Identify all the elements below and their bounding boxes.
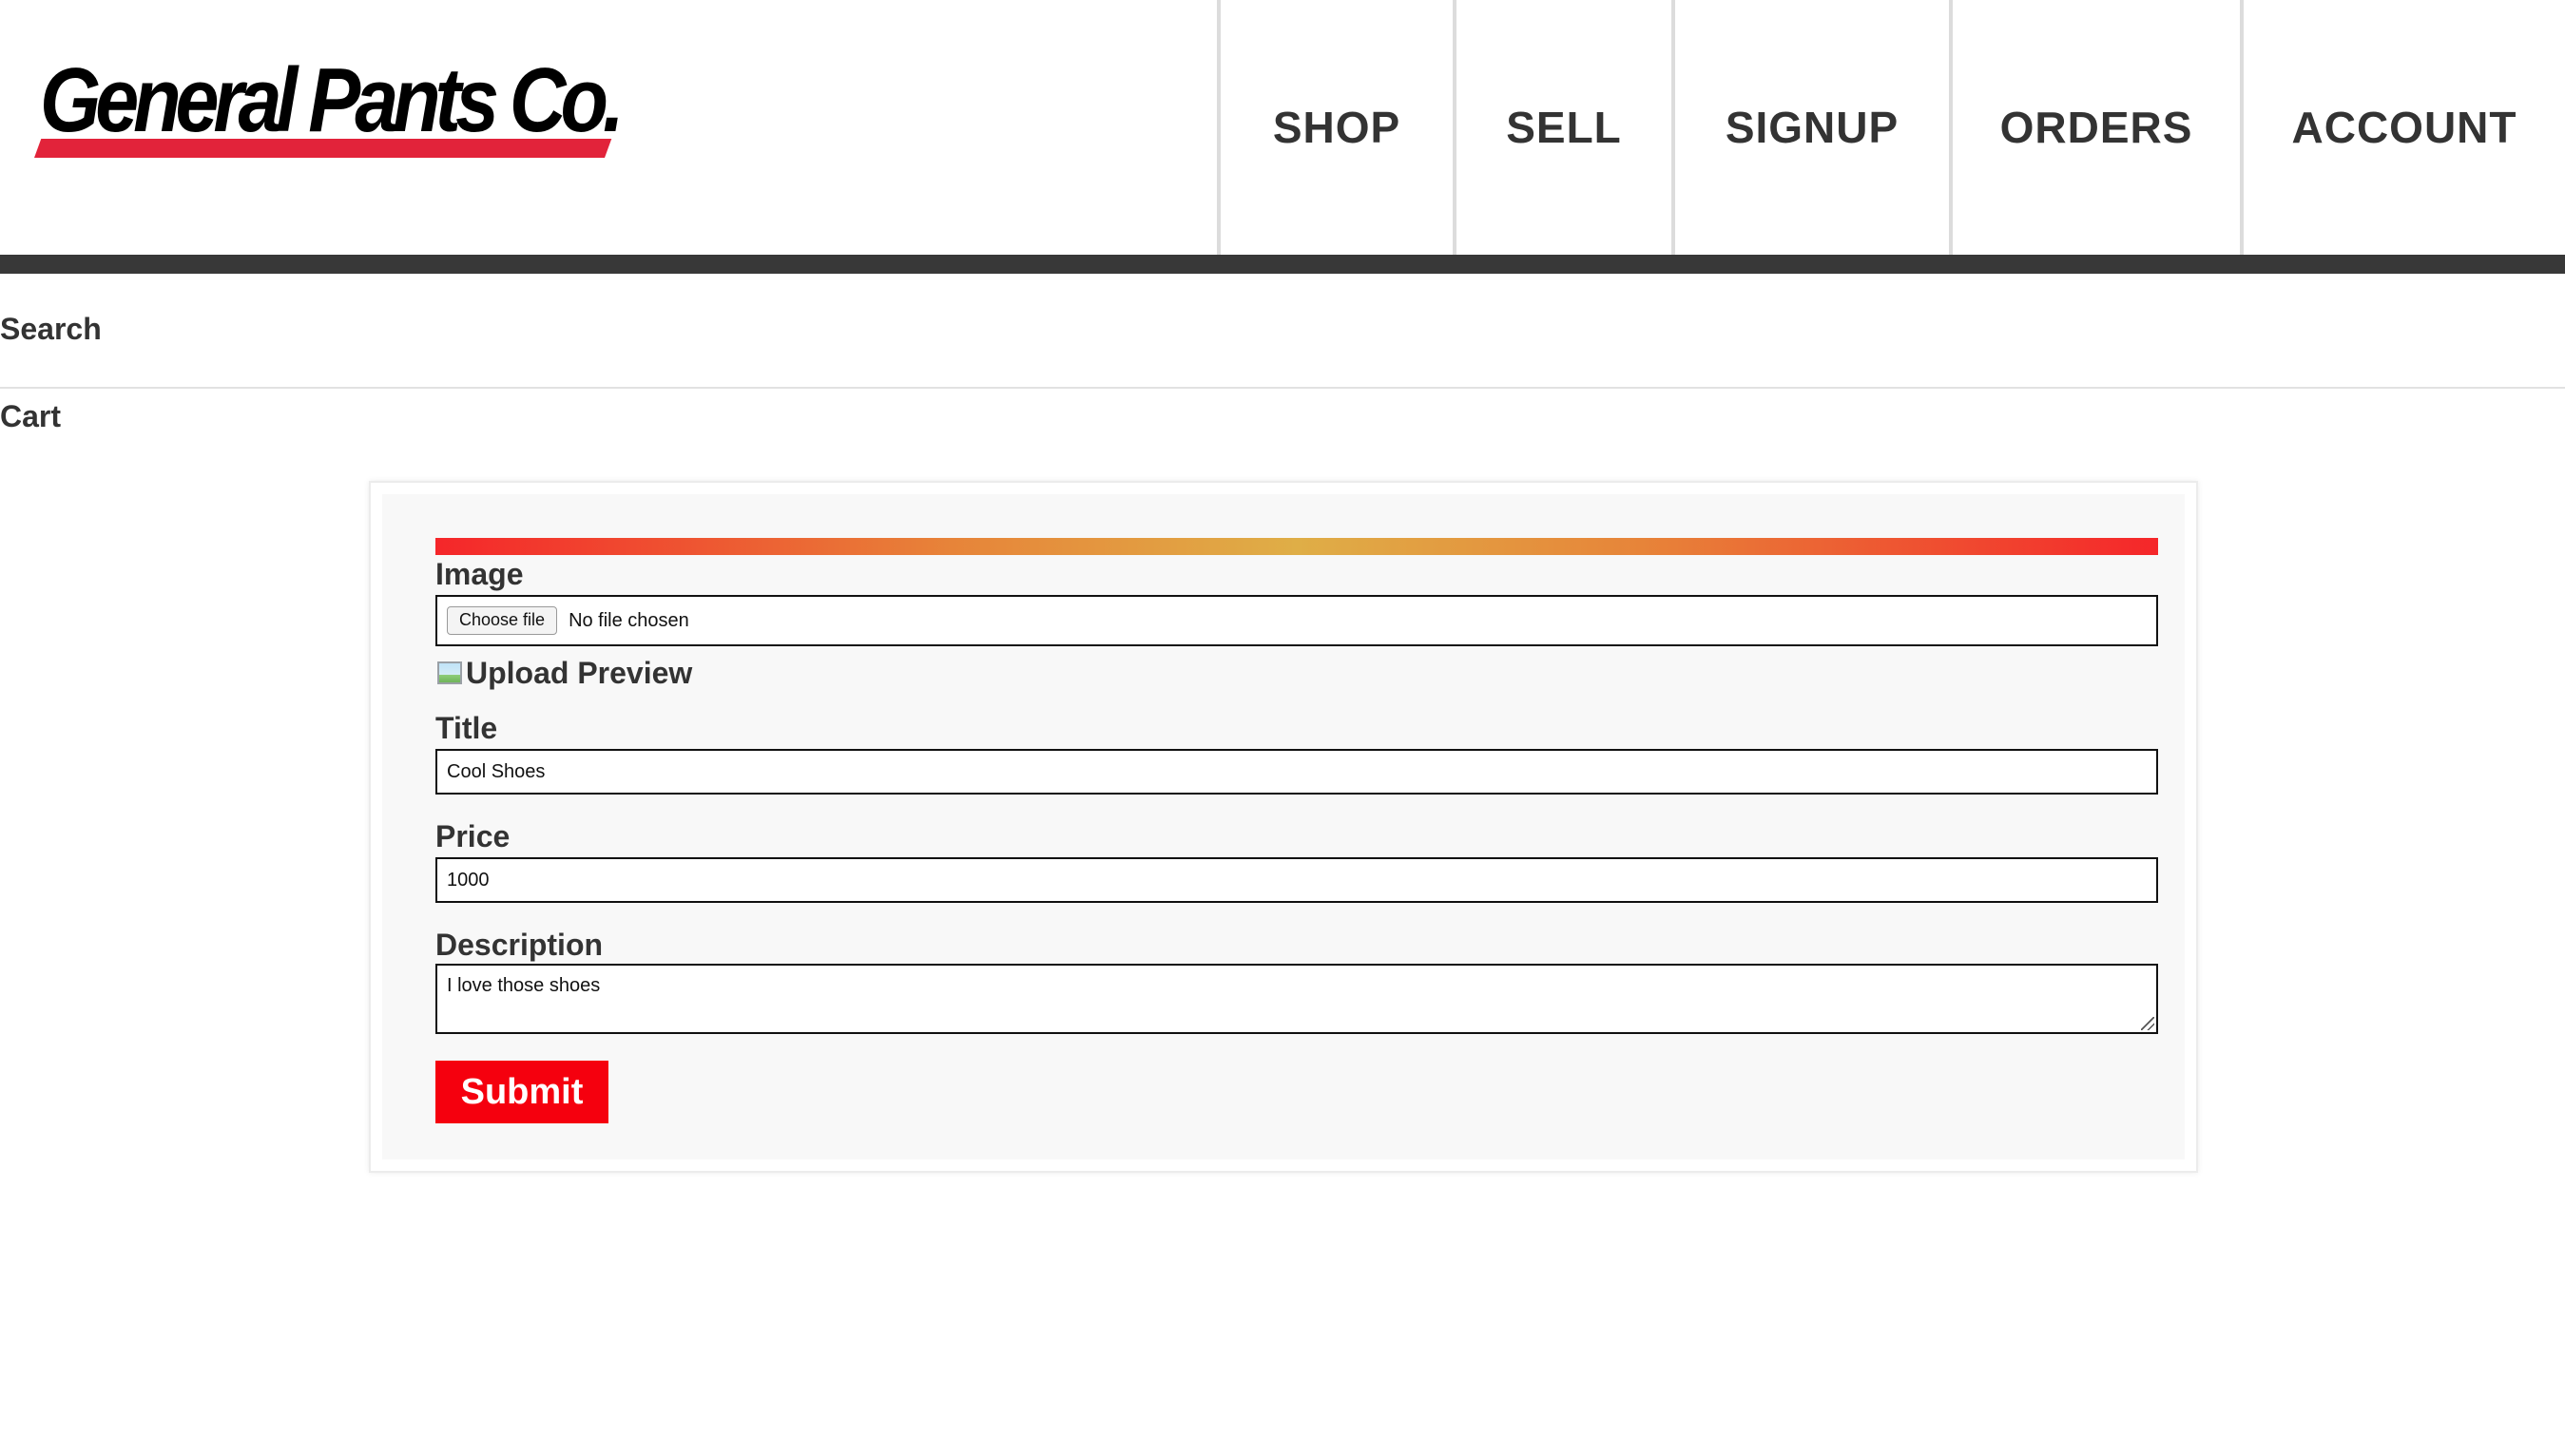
description-textarea[interactable]: I love those shoes	[435, 964, 2158, 1034]
cart-link[interactable]: Cart	[0, 399, 61, 434]
choose-file-button[interactable]: Choose file	[447, 606, 558, 635]
broken-image-icon	[435, 659, 464, 687]
sell-form: Image Choose file No file chosen Upload …	[382, 494, 2185, 1159]
description-text: I love those shoes	[447, 975, 601, 996]
image-label: Image	[435, 557, 524, 591]
title-input[interactable]: Cool Shoes	[435, 749, 2158, 795]
logo[interactable]: General Pants Co.	[34, 53, 625, 160]
nav-sell[interactable]: SELL	[1453, 0, 1671, 255]
header-divider-bar	[0, 255, 2565, 274]
image-file-input[interactable]: Choose file No file chosen	[435, 595, 2158, 646]
site-header: General Pants Co. SHOP SELL SIGNUP ORDER…	[0, 0, 2565, 255]
upload-preview-alt-text: Upload Preview	[466, 655, 693, 690]
subnav-divider	[0, 387, 2565, 389]
nav-signup[interactable]: SIGNUP	[1671, 0, 1949, 255]
logo-text: General Pants Co.	[40, 49, 625, 151]
sell-form-card: Image Choose file No file chosen Upload …	[369, 481, 2198, 1173]
search-link[interactable]: Search	[0, 312, 102, 347]
gradient-accent-bar	[435, 538, 2158, 555]
description-label: Description	[435, 928, 604, 962]
nav-shop[interactable]: SHOP	[1217, 0, 1453, 255]
nav-account[interactable]: ACCOUNT	[2240, 0, 2565, 255]
submit-button[interactable]: Submit	[435, 1061, 608, 1123]
upload-preview: Upload Preview	[435, 654, 692, 692]
title-label: Title	[435, 711, 498, 745]
price-input[interactable]: 1000	[435, 857, 2158, 903]
file-status-text: No file chosen	[569, 609, 689, 631]
nav-orders[interactable]: ORDERS	[1949, 0, 2240, 255]
price-label: Price	[435, 819, 511, 853]
resize-grip-icon[interactable]	[2141, 1017, 2154, 1030]
